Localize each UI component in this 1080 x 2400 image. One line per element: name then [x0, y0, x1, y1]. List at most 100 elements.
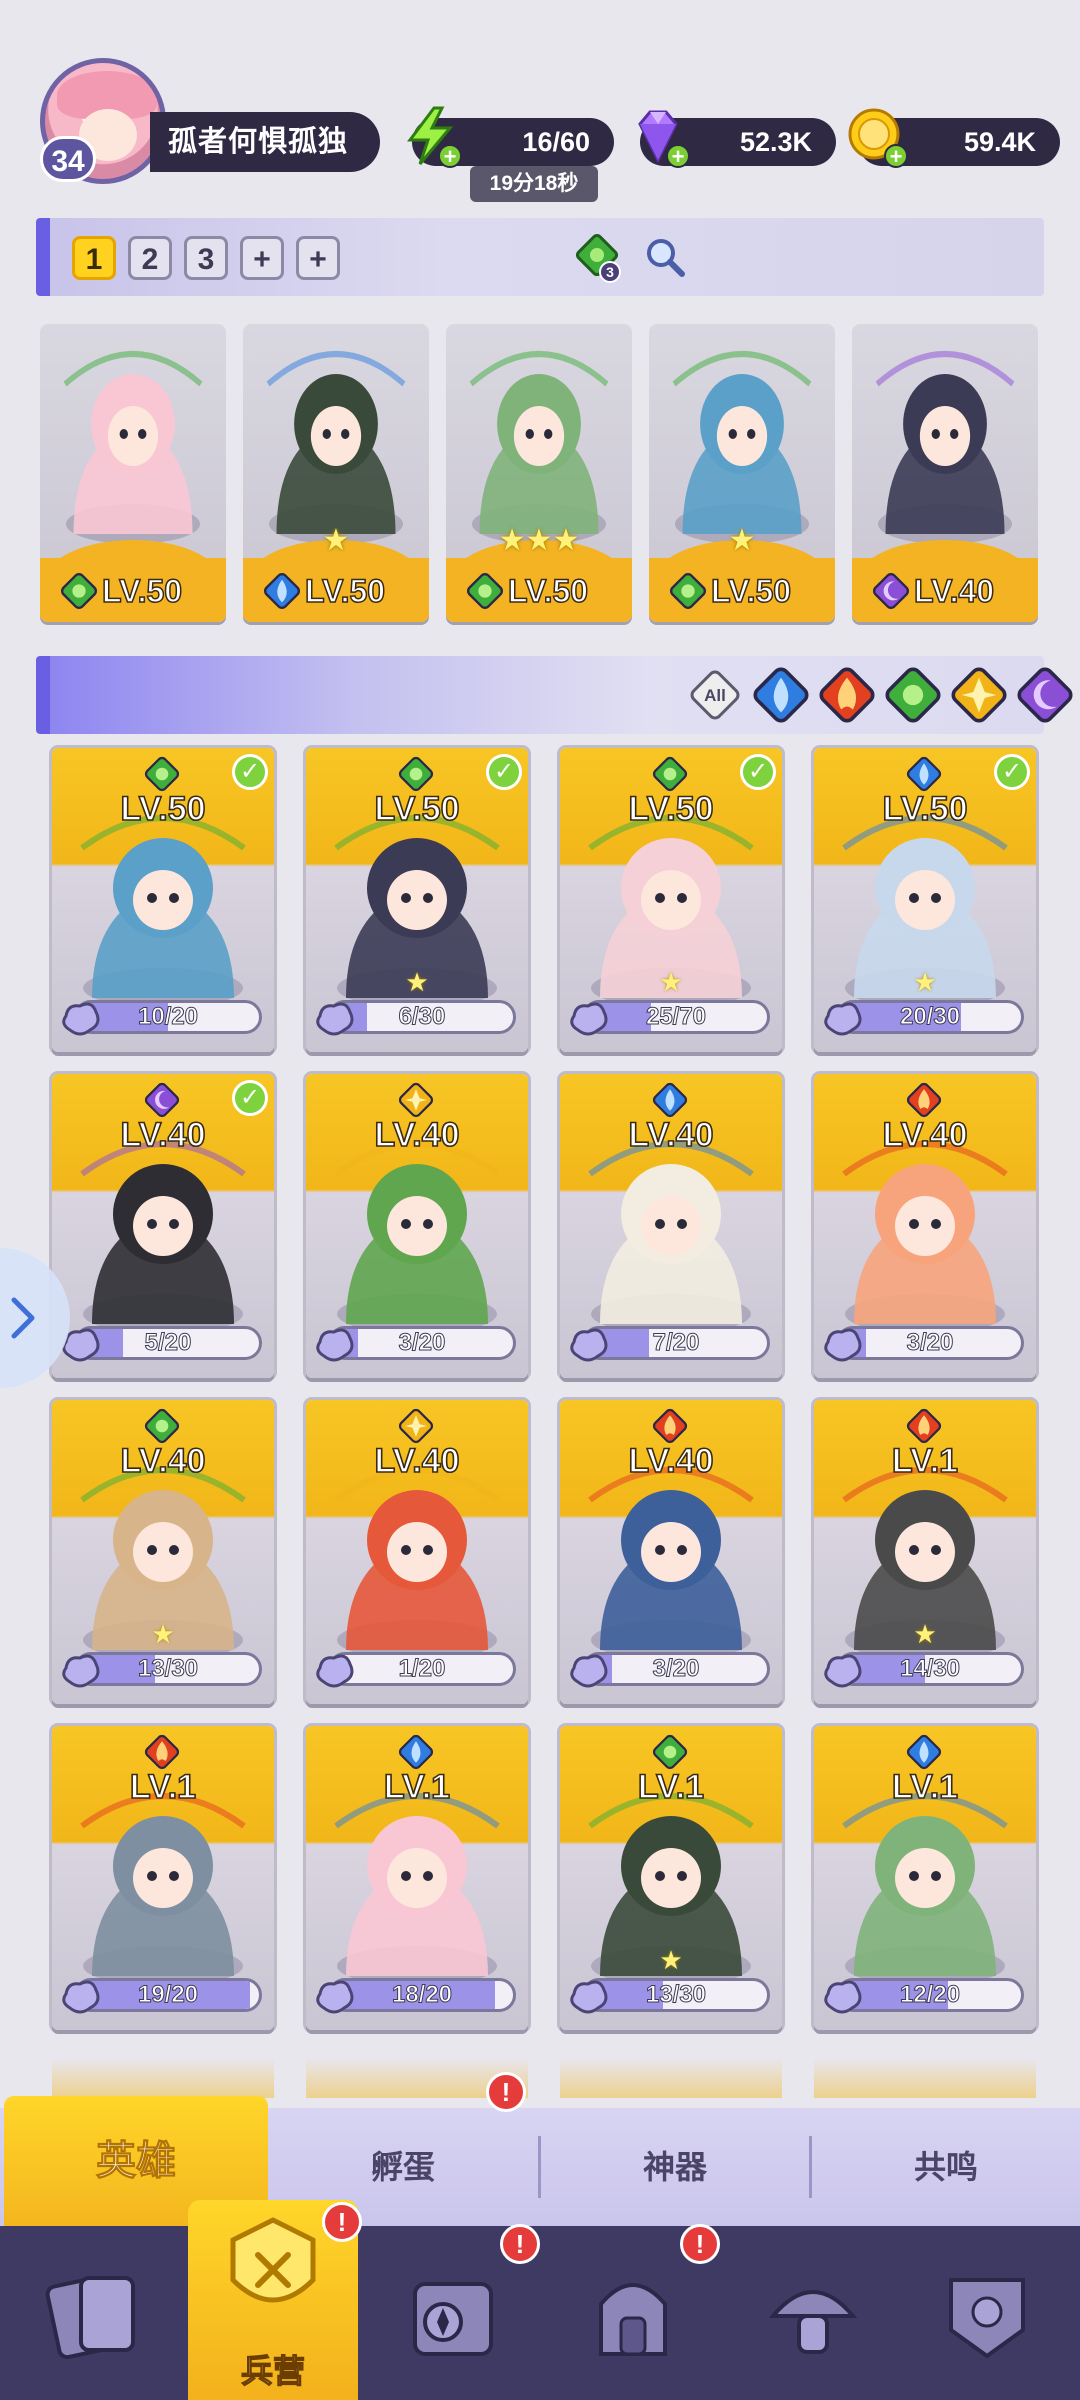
shard-count: 6/30 [398, 1003, 446, 1031]
water-element-icon [652, 1082, 688, 1118]
hero-level: LV.40 [120, 1115, 207, 1155]
barracks-alert-badge: ! [322, 2202, 362, 2242]
nav-map[interactable]: ! [368, 2224, 540, 2400]
hero-level: LV.50 [710, 572, 792, 610]
team-tab-3[interactable]: 3 [184, 236, 228, 280]
shard-icon [316, 1002, 354, 1036]
add-gem-button[interactable]: + [666, 144, 690, 168]
search-icon[interactable] [640, 232, 690, 282]
hero-level: LV.1 [129, 1767, 197, 1807]
team-tab-1[interactable]: 1 [72, 236, 116, 280]
nav-cards[interactable] [8, 2226, 178, 2400]
add-team-button-1[interactable]: + [240, 236, 284, 280]
filter-fire-button[interactable] [818, 666, 876, 724]
svg-text:3: 3 [606, 264, 614, 280]
hero-card[interactable]: LV.1 ★ 13/30 [560, 1726, 782, 2030]
hero-card[interactable]: ✓ LV.50 ★ 25/70 [560, 748, 782, 1052]
hero-card[interactable]: LV.40 3/20 [560, 1400, 782, 1704]
hero-subtabs: 英雄 孵蛋 神器 共鸣 ! [0, 2072, 1080, 2226]
hero-level: LV.50 [374, 789, 461, 829]
hero-card[interactable]: LV.40 7/20 [560, 1074, 782, 1378]
hero-card[interactable]: LV.40 3/20 [814, 1074, 1036, 1378]
nav-guild[interactable] [902, 2226, 1072, 2400]
shard-icon [316, 1654, 354, 1688]
shard-count: 3/20 [398, 1329, 446, 1357]
add-team-button-2[interactable]: + [296, 236, 340, 280]
hero-card[interactable]: LV.1 19/20 [52, 1726, 274, 2030]
hero-level: LV.40 [374, 1441, 461, 1481]
gold-counter[interactable]: + 59.4K [848, 108, 1060, 168]
shard-count: 20/30 [899, 1003, 961, 1031]
add-energy-button[interactable]: + [438, 144, 462, 168]
filter-nature-button[interactable] [884, 666, 942, 724]
nature-element-icon [669, 572, 707, 610]
shard-count: 12/20 [899, 1981, 961, 2009]
nav-temple[interactable]: ! [548, 2224, 720, 2400]
star-rating: ★★★ [498, 524, 580, 557]
hero-card[interactable]: ✓ LV.50 10/20 [52, 748, 274, 1052]
shard-icon [570, 1980, 608, 2014]
map-alert-badge: ! [500, 2224, 540, 2264]
nav-mushroom[interactable] [728, 2226, 898, 2400]
temple-alert-badge: ! [680, 2224, 720, 2264]
team-slot-2[interactable]: ★ LV.50 [243, 324, 429, 622]
nature-element-icon [144, 756, 180, 792]
team-slot-1[interactable]: LV.50 [40, 324, 226, 622]
fire-element-icon [906, 1408, 942, 1444]
clover-icon[interactable]: 3 [570, 228, 626, 284]
hero-level: LV.40 [120, 1441, 207, 1481]
shard-icon [824, 1980, 862, 2014]
light-element-icon [398, 1408, 434, 1444]
shard-icon [62, 1002, 100, 1036]
tab-artifacts[interactable]: 神器 [541, 2108, 809, 2226]
shard-count: 5/20 [144, 1329, 192, 1357]
hero-card[interactable]: LV.40 1/20 [306, 1400, 528, 1704]
guild-icon [949, 2278, 1025, 2359]
cards-icon [45, 2276, 135, 2360]
team-slot-4[interactable]: ★ LV.50 [649, 324, 835, 622]
team-slot-3[interactable]: ★★★ LV.50 [446, 324, 632, 622]
team-tab-2[interactable]: 2 [128, 236, 172, 280]
hero-card[interactable]: LV.1 12/20 [814, 1726, 1036, 2030]
team-slot-5[interactable]: LV.40 [852, 324, 1038, 622]
star-icon: ★ [405, 967, 429, 997]
tab-resonance[interactable]: 共鸣 [812, 2108, 1080, 2226]
hero-level: LV.1 [891, 1441, 959, 1481]
shard-count: 19/20 [137, 1981, 199, 2009]
water-element-icon [263, 572, 301, 610]
shard-icon [824, 1654, 862, 1688]
hero-card[interactable]: LV.1 ★ 14/30 [814, 1400, 1036, 1704]
water-element-icon [906, 756, 942, 792]
hero-card[interactable]: LV.40 ★ 13/30 [52, 1400, 274, 1704]
star-icon: ★ [659, 967, 683, 997]
star-rating: ★ [322, 524, 350, 557]
shard-count: 7/20 [652, 1329, 700, 1357]
shard-icon [316, 1328, 354, 1362]
nav-barracks-label: 兵营 [240, 2352, 305, 2389]
hero-card[interactable]: ✓ LV.50 ★ 20/30 [814, 748, 1036, 1052]
gem-counter[interactable]: + 52.3K [638, 110, 836, 168]
star-icon: ★ [151, 1619, 175, 1649]
add-gold-button[interactable]: + [884, 144, 908, 168]
nav-barracks[interactable]: 兵营 ! [188, 2200, 362, 2400]
hero-level: LV.1 [637, 1767, 705, 1807]
hero-card[interactable]: LV.40 3/20 [306, 1074, 528, 1378]
hero-card[interactable]: LV.1 18/20 [306, 1726, 528, 2030]
fire-element-icon [652, 1408, 688, 1444]
player-name: 孤者何惧孤独 [150, 112, 380, 172]
shard-count: 13/30 [645, 1981, 707, 2009]
hero-card[interactable]: ✓ LV.40 5/20 [52, 1074, 274, 1378]
energy-counter[interactable]: + 16/60 [407, 106, 614, 168]
filter-all-button[interactable]: All [686, 666, 744, 724]
hero-level: LV.50 [628, 789, 715, 829]
hero-level: LV.40 [628, 1115, 715, 1155]
shard-count: 10/20 [137, 1003, 199, 1031]
hero-level: LV.1 [383, 1767, 451, 1807]
filter-light-button[interactable] [950, 666, 1008, 724]
filter-dark-button[interactable] [1016, 666, 1074, 724]
dark-element-icon [872, 572, 910, 610]
nature-element-icon [398, 756, 434, 792]
hero-card[interactable]: ✓ LV.50 ★ 6/30 [306, 748, 528, 1052]
shard-icon [62, 1980, 100, 2014]
filter-water-button[interactable] [752, 666, 810, 724]
